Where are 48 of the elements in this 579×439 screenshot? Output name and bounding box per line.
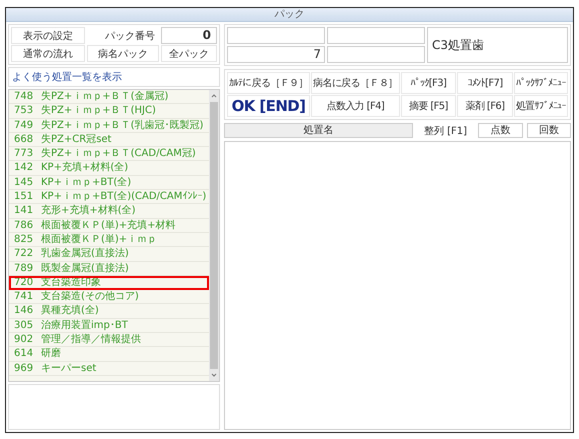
treatment-list-item[interactable]: 969 キーパーset <box>9 362 209 376</box>
pack-filter-button[interactable]: 病名パック <box>87 45 159 62</box>
treatment-list-item[interactable]: 748 失PZ+ｉｍｐ+ＢＴ(金属冠) <box>9 90 209 104</box>
treatment-list-item[interactable]: 753 失PZ+ｉｍｐ+ＢＴ(HJC) <box>9 104 209 119</box>
function-button[interactable]: 薬剤 [F6] <box>457 95 513 117</box>
info-field[interactable] <box>227 27 325 44</box>
treatment-list-item[interactable]: 722 乳歯金属冠(直接法) <box>9 247 209 262</box>
treatment-list-item[interactable]: 668 失PZ+CR冠set <box>9 132 209 148</box>
treatment-list-item[interactable]: 789 既製金属冠(直接法) <box>9 262 209 276</box>
pack-number-label: パック番号 <box>104 30 156 42</box>
treatment-list-item[interactable]: 786 根面被覆ＫＰ(単)+充填+材料 <box>9 218 209 233</box>
ok-button[interactable]: OK [END] <box>227 95 310 117</box>
treatment-list-item[interactable]: 773 失PZ+ｉｍｐ+ＢＴ(CAD/CAM冠) <box>9 147 209 162</box>
treatment-list-item[interactable]: 902 管理／指導／情報提供 <box>9 333 209 348</box>
count-field[interactable]: 7 <box>227 46 325 63</box>
treatment-list-item[interactable]: 141 充形+充填+材料(全) <box>9 204 209 219</box>
function-button[interactable]: ｺﾒﾝﾄ[F7] <box>457 72 513 94</box>
treatment-list-item[interactable]: 825 根面被覆ＫＰ(単)+ｉｍｐ <box>9 232 209 248</box>
function-button[interactable]: ﾊﾟｯｸｻﾌﾞﾒﾆｭｰ <box>514 72 568 94</box>
treatment-list-item[interactable]: 749 失PZ+ｉｍｐ+ＢＴ(乳歯冠･既製冠) <box>9 118 209 133</box>
function-button[interactable]: 病名に戻る［Ｆ８］ <box>311 72 400 94</box>
pack-number-field[interactable]: 0 <box>161 27 217 44</box>
treatment-list-item[interactable]: 614 研磨 <box>9 347 209 362</box>
scroll-down-icon[interactable] <box>210 371 218 379</box>
treatment-list-item[interactable]: 151 KP+ｉｍｐ+BT(全)(CAD/CAMｲﾝﾚｰ) <box>9 190 209 204</box>
treatment-list-item[interactable]: 146 異種充填(全) <box>9 304 209 319</box>
function-button[interactable]: 摘要 [F5] <box>400 95 456 117</box>
treatment-list-item[interactable]: 305 治療用装置imp･BT <box>9 318 209 334</box>
scroll-up-icon[interactable] <box>210 92 218 100</box>
function-button[interactable]: 点数入力 [F4] <box>311 95 400 117</box>
function-button[interactable]: ﾊﾟｯｸ[F3] <box>400 72 456 94</box>
treatment-list-item[interactable]: 741 支台築造(その他コア) <box>9 290 209 304</box>
column-header: 処置名 <box>224 123 413 138</box>
list-header: よく使う処置一覧を表示 <box>8 67 220 87</box>
treatment-list-item[interactable]: 145 KP+ｉｍｐ+BT(全) <box>9 176 209 190</box>
info-field[interactable] <box>327 27 425 44</box>
info-field[interactable] <box>327 46 425 63</box>
scrollbar[interactable] <box>209 90 219 381</box>
pack-filter-button[interactable]: 通常の流れ <box>11 45 85 62</box>
tooth-field: C3処置歯 <box>427 27 568 63</box>
settings-button[interactable]: 表示の設定 <box>11 27 85 44</box>
function-button[interactable]: 処置ｻﾌﾞﾒﾆｭｰ <box>514 95 568 117</box>
treatment-list-item[interactable]: 142 KP+充填+材料(全) <box>9 161 209 176</box>
function-button[interactable]: ｶﾙﾃに戻る［Ｆ９］ <box>227 72 310 94</box>
window-title: パック <box>6 8 573 22</box>
column-header: 点数 <box>478 123 523 138</box>
column-header: 回数 <box>526 123 571 138</box>
pack-filter-button[interactable]: 全パック <box>161 45 217 62</box>
